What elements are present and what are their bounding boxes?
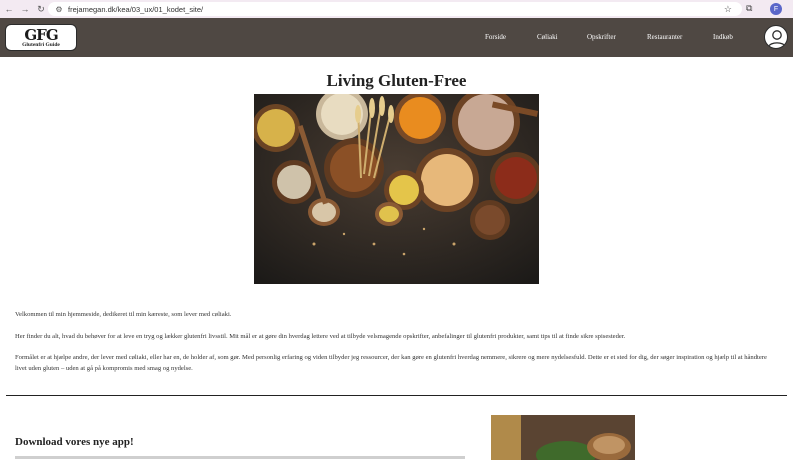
extensions-icon[interactable]: ⧉ [746,3,752,14]
app-section-title: Download vores nye app! [15,436,134,448]
nav-item-indkob[interactable]: Indkøb [713,33,733,41]
user-account-icon[interactable] [764,25,788,49]
logo-mark: GFG [24,25,58,44]
site-settings-icon[interactable]: ⚙ [52,5,66,14]
address-bar[interactable]: ⚙ frejamegan.dk/kea/03_ux/01_kodet_site/… [48,2,742,16]
url-text[interactable]: frejamegan.dk/kea/03_ux/01_kodet_site/ [68,5,203,14]
site-logo[interactable]: GFG Glutenfri Guide [5,24,77,51]
app-section-text-cutoff [15,455,475,460]
nav-item-restauranter[interactable]: Restauranter [647,33,682,41]
browser-toolbar: ← → ↻ ⚙ frejamegan.dk/kea/03_ux/01_kodet… [0,0,793,18]
section-divider [6,395,787,396]
app-section-photo [491,415,635,460]
intro-paragraph-3: Formålet er at hjælpe andre, der lever m… [15,354,767,372]
nav-item-coliaki[interactable]: Cøliaki [537,33,558,41]
intro-paragraph-1: Velkommen til min hjemmeside, dedikeret … [15,311,232,318]
nav-item-forside[interactable]: Forside [485,33,506,41]
reload-icon[interactable]: ↻ [36,0,46,18]
logo-subtitle: Glutenfri Guide [22,41,60,48]
bookmark-star-icon[interactable]: ☆ [724,4,732,15]
back-icon[interactable]: ← [4,0,14,18]
forward-icon[interactable]: → [20,0,30,18]
intro-paragraph-2: Her finder du alt, hvad du behøver for a… [15,333,626,340]
hero-image [252,88,542,284]
nav-item-opskrifter[interactable]: Opskrifter [587,33,616,41]
profile-icon[interactable]: F [770,3,782,15]
site-header: GFG Glutenfri Guide Forside Cøliaki Opsk… [0,18,793,57]
page-title: Living Gluten-Free [326,71,467,90]
